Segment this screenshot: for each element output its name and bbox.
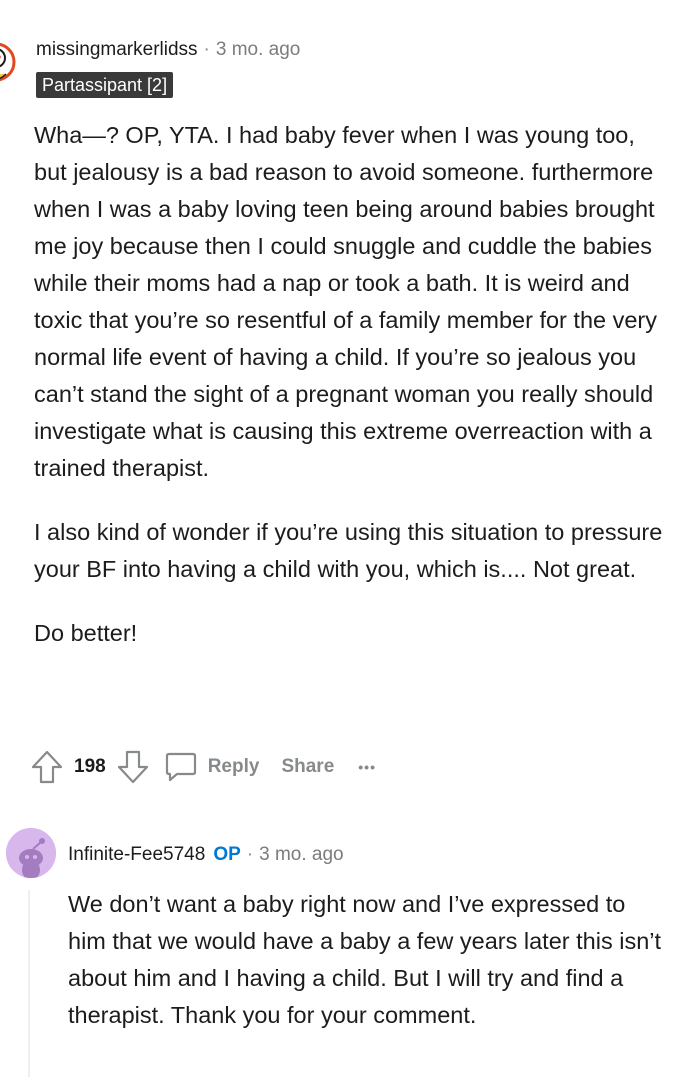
comment-bubble-icon — [164, 750, 198, 784]
comment-meta: Infinite-Fee5748 OP · 3 mo. ago — [68, 843, 344, 867]
user-flair: Partassipant [2] — [36, 72, 174, 98]
reply-button[interactable]: Reply — [164, 750, 260, 784]
comment-body: We don’t want a baby right now and I’ve … — [68, 886, 668, 1034]
avatar[interactable] — [0, 36, 18, 92]
meta-separator: · — [203, 39, 210, 60]
comment-body: Wha—? OP, YTA. I had baby fever when I w… — [34, 117, 664, 679]
upvote-icon[interactable] — [30, 749, 64, 785]
comment-actions: 198 Reply Share ••• — [30, 747, 376, 787]
thread-line[interactable] — [28, 890, 30, 1077]
op-badge: OP — [213, 844, 241, 865]
avatar[interactable] — [6, 828, 56, 878]
more-options-button[interactable]: ••• — [358, 759, 376, 775]
comment-paragraph: Wha—? OP, YTA. I had baby fever when I w… — [34, 122, 658, 481]
meta-separator: · — [246, 844, 254, 865]
timestamp[interactable]: 3 mo. ago — [216, 39, 301, 60]
username[interactable]: Infinite-Fee5748 — [68, 844, 205, 865]
reply-label: Reply — [207, 756, 260, 777]
vote-score: 198 — [74, 756, 106, 777]
comment-paragraph: Do better! — [34, 620, 138, 646]
more-options-icon: ••• — [358, 759, 376, 775]
share-button[interactable]: Share — [281, 756, 334, 778]
username[interactable]: missingmarkerlidss — [36, 39, 198, 60]
comment-paragraph: I also kind of wonder if you’re using th… — [34, 519, 663, 582]
comment-paragraph: We don’t want a baby right now and I’ve … — [68, 891, 662, 1028]
timestamp[interactable]: 3 mo. ago — [259, 844, 344, 865]
comment-meta: missingmarkerlidss · 3 mo. ago — [36, 38, 300, 62]
downvote-icon[interactable] — [116, 749, 150, 785]
